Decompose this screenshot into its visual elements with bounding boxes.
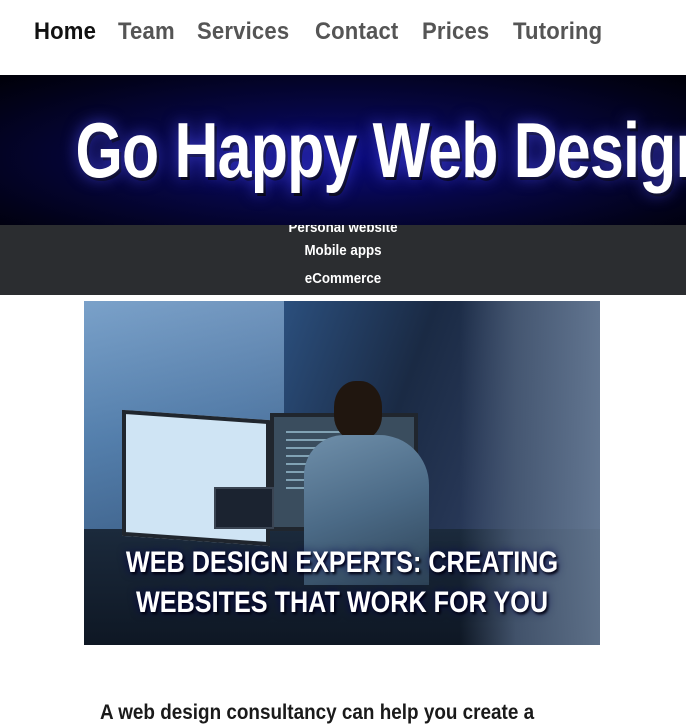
nav-menu: Home Team Services Contact Prices Tutori… <box>34 18 627 46</box>
laptop <box>214 487 274 529</box>
hero-caption-line-2: WEBSITES THAT WORK FOR YOU <box>135 586 549 619</box>
nav-item-services[interactable]: Services <box>197 18 289 46</box>
hero-image: WEB DESIGN EXPERTS: CREATING WEBSITES TH… <box>84 301 600 645</box>
nav-item-contact[interactable]: Contact <box>315 18 398 46</box>
nav-item-tutoring[interactable]: Tutoring <box>513 18 602 46</box>
services-dropdown-menu: Personal website Mobile apps eCommerce <box>0 225 686 295</box>
submenu-item-ecommerce[interactable]: eCommerce <box>27 271 658 287</box>
nav-item-prices[interactable]: Prices <box>422 18 489 46</box>
hero-caption: WEB DESIGN EXPERTS: CREATING WEBSITES TH… <box>125 543 558 623</box>
hero-caption-line-1: WEB DESIGN EXPERTS: CREATING <box>125 546 559 579</box>
site-title: Go Happy Web Design <box>75 106 686 194</box>
nav-item-home[interactable]: Home <box>34 18 96 46</box>
nav-item-team[interactable]: Team <box>118 18 175 46</box>
site-banner: Go Happy Web Design <box>0 75 686 225</box>
person-head <box>334 381 382 439</box>
top-navigation: Home Team Services Contact Prices Tutori… <box>0 0 686 72</box>
submenu-item-mobile-apps[interactable]: Mobile apps <box>27 243 658 259</box>
submenu-item-personal-website[interactable]: Personal website <box>27 225 658 236</box>
intro-paragraph: A web design consultancy can help you cr… <box>100 701 535 724</box>
